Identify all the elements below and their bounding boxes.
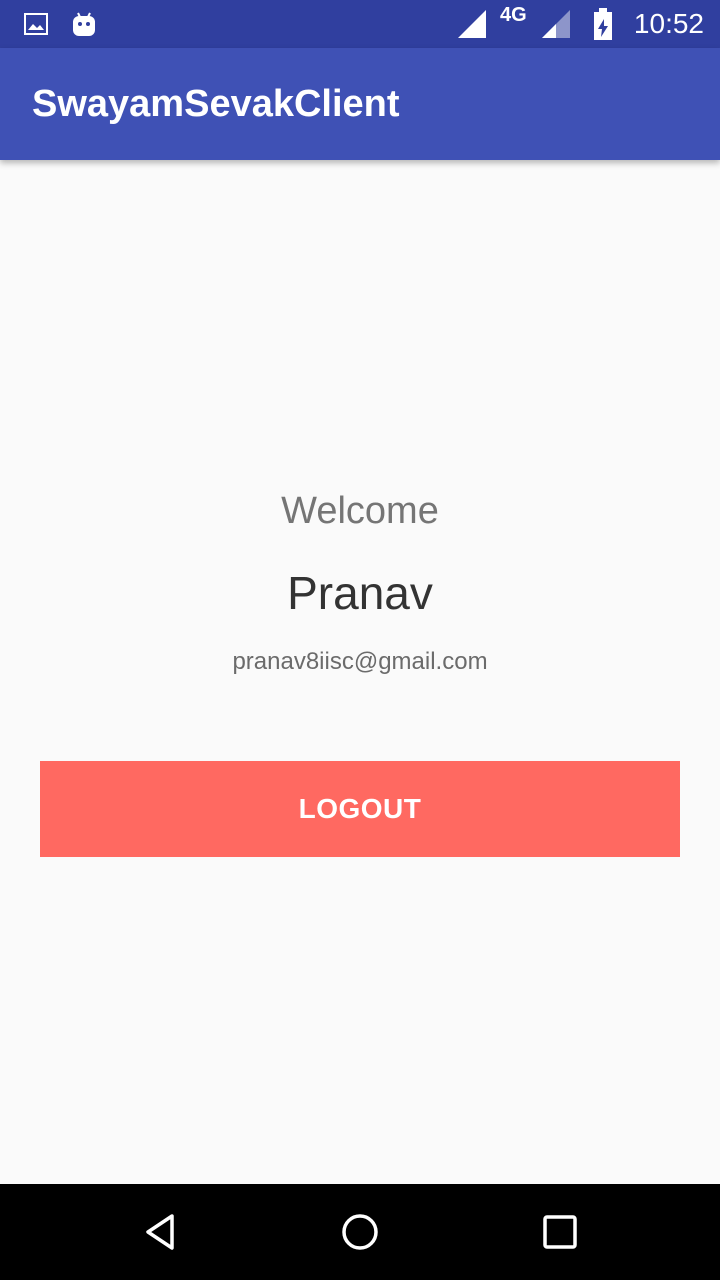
logout-button[interactable]: LOGOUT — [40, 761, 680, 857]
screen: 4G 10:52 SwayamSevakClient Welcome Prana… — [0, 0, 720, 1280]
signal-weak-icon — [540, 0, 572, 48]
app-title: SwayamSevakClient — [32, 83, 400, 125]
network-type-label: 4G — [500, 4, 527, 26]
signal-icon — [456, 0, 488, 48]
user-email: pranav8iisc@gmail.com — [232, 648, 488, 675]
status-bar: 4G 10:52 — [0, 0, 720, 48]
welcome-label: Welcome — [281, 490, 439, 532]
recents-icon[interactable] — [536, 1208, 584, 1256]
navigation-bar — [0, 1184, 720, 1280]
battery-charging-icon — [592, 0, 614, 48]
user-name: Pranav — [287, 567, 433, 619]
home-icon[interactable] — [336, 1208, 384, 1256]
android-icon — [72, 0, 96, 48]
image-icon — [24, 0, 48, 48]
app-bar: SwayamSevakClient — [0, 48, 720, 160]
back-icon[interactable] — [136, 1208, 184, 1256]
status-time: 10:52 — [633, 8, 704, 39]
